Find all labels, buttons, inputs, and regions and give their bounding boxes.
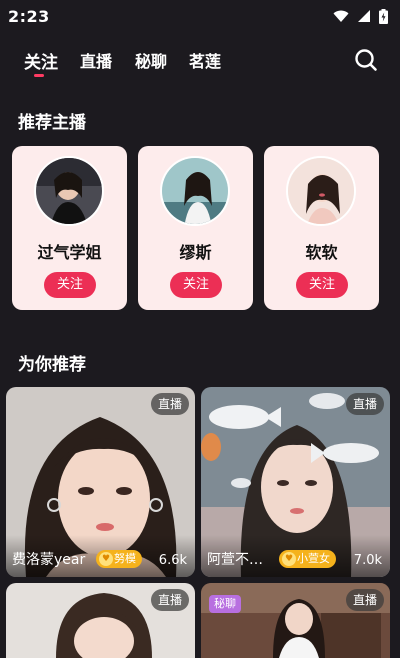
fan-badge: ♥ 努模 bbox=[96, 550, 142, 568]
heart-icon: ♥ bbox=[282, 552, 296, 566]
battery-charging-icon bbox=[379, 8, 388, 24]
fan-badge-label: 努模 bbox=[114, 552, 136, 565]
anchor-card[interactable]: 过气学姐 关注 bbox=[12, 146, 127, 310]
live-tag: 直播 bbox=[345, 589, 384, 611]
cellular-signal-icon bbox=[358, 10, 370, 22]
for-you-title: 为你推荐 bbox=[18, 355, 86, 375]
recommended-anchors-title: 推荐主播 bbox=[18, 113, 86, 133]
tab-private-chat[interactable]: 秘聊 bbox=[135, 48, 167, 72]
viewer-count: 7.0k bbox=[353, 553, 382, 568]
search-button[interactable] bbox=[354, 48, 378, 72]
follow-button[interactable]: 关注 bbox=[170, 272, 222, 298]
status-bar: 2:23 bbox=[0, 0, 400, 32]
avatar bbox=[160, 156, 230, 226]
status-icons bbox=[333, 8, 388, 24]
live-stream-card[interactable]: 直播 阿萱不… ♥ 小萱女 7.0k bbox=[201, 387, 390, 577]
private-chat-tag: 秘聊 bbox=[209, 595, 241, 613]
live-stream-card[interactable]: 直播 费洛蒙year ♥ 努模 6.6k bbox=[6, 387, 195, 577]
streamer-name: 费洛蒙year bbox=[12, 552, 86, 568]
live-tag: 直播 bbox=[150, 589, 189, 611]
anchor-name: 软软 bbox=[305, 243, 338, 262]
active-tab-indicator bbox=[34, 74, 44, 77]
live-stream-card[interactable]: 秘聊 直播 bbox=[201, 583, 390, 658]
live-tag: 直播 bbox=[345, 393, 384, 415]
tab-live[interactable]: 直播 bbox=[80, 48, 112, 72]
live-tag: 直播 bbox=[150, 393, 189, 415]
tab-minglian[interactable]: 茗莲 bbox=[189, 48, 221, 72]
viewer-count: 6.6k bbox=[158, 553, 187, 568]
heart-icon: ♥ bbox=[99, 552, 113, 566]
search-icon bbox=[355, 49, 377, 71]
fan-badge: ♥ 小萱女 bbox=[279, 550, 336, 568]
avatar bbox=[286, 156, 356, 226]
anchor-name: 缪斯 bbox=[179, 243, 212, 262]
follow-button[interactable]: 关注 bbox=[296, 272, 348, 298]
live-stream-card[interactable]: 直播 bbox=[6, 583, 195, 658]
anchor-card[interactable]: 缪斯 关注 bbox=[138, 146, 253, 310]
anchor-card[interactable]: 软软 关注 bbox=[264, 146, 379, 310]
anchor-name: 过气学姐 bbox=[37, 243, 102, 262]
follow-button[interactable]: 关注 bbox=[44, 272, 96, 298]
wifi-icon bbox=[333, 10, 349, 22]
tab-following[interactable]: 关注 bbox=[24, 48, 58, 73]
fan-badge-label: 小萱女 bbox=[297, 552, 330, 565]
status-time: 2:23 bbox=[8, 6, 50, 26]
streamer-name: 阿萱不… bbox=[207, 552, 263, 568]
top-tab-bar: 关注 直播 秘聊 茗莲 bbox=[0, 42, 400, 82]
avatar bbox=[34, 156, 104, 226]
